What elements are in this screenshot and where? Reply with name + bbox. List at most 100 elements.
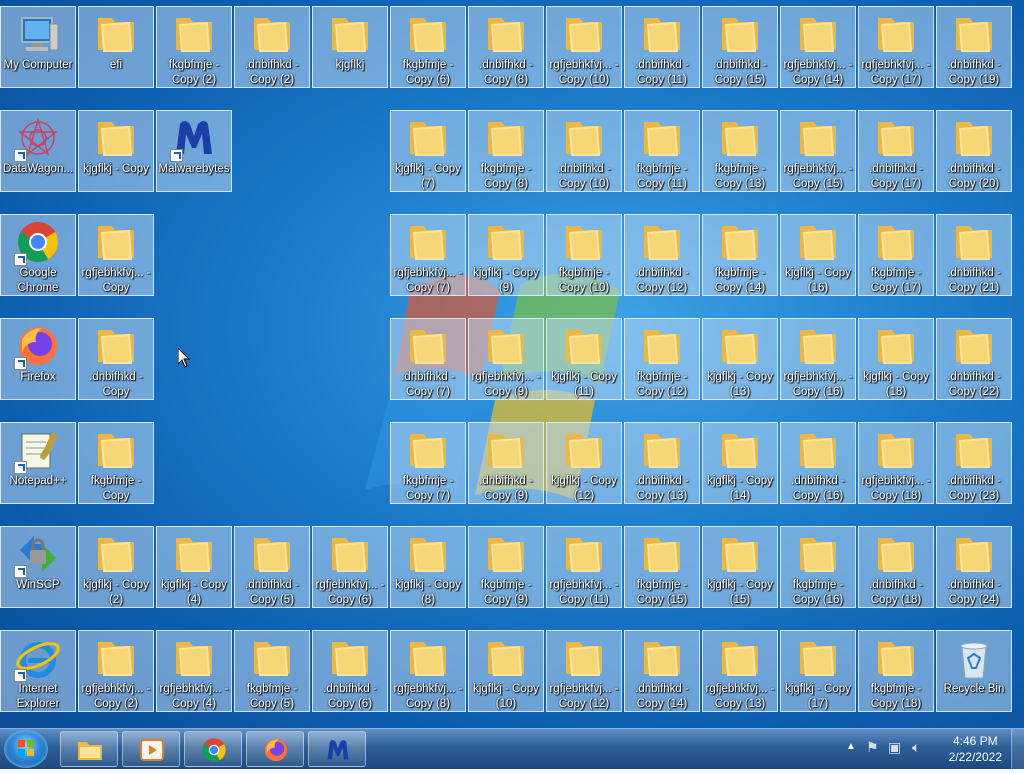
internet-explorer-icon[interactable]: Internet Explorer [0,630,76,712]
folder-rgfjebhkfvj-copy-13[interactable]: rgfjebhkfvj... - Copy (13) [702,630,778,712]
folder-kjgflkj-copy-13[interactable]: kjgflkj - Copy (13) [702,318,778,400]
taskbar-malwarebytes-button[interactable] [308,731,366,767]
folder-dnbifhkd-copy-15[interactable]: .dnbifhkd - Copy (15) [702,6,778,88]
folder-fkgbfmje-copy-2[interactable]: fkgbfmje - Copy (2) [156,6,232,88]
icon-label: .dnbifhkd - Copy (24) [947,579,1001,606]
folder-dnbifhkd-copy-24[interactable]: .dnbifhkd - Copy (24) [936,526,1012,608]
folder-fkgbfmje-copy-18[interactable]: fkgbfmje - Copy (18) [858,630,934,712]
folder-fkgbfmje-copy-10[interactable]: fkgbfmje - Copy (10) [546,214,622,296]
folder-fkgbfmje-copy-6[interactable]: fkgbfmje - Copy (6) [390,6,466,88]
folder-fkgbfmje-copy-15[interactable]: fkgbfmje - Copy (15) [624,526,700,608]
folder-dnbifhkd-copy-20[interactable]: .dnbifhkd - Copy (20) [936,110,1012,192]
folder-efi[interactable]: efi [78,6,154,88]
folder-rgfjebhkfvj-copy-16[interactable]: rgfjebhkfvj... - Copy (16) [780,318,856,400]
folder-dnbifhkd-copy-12[interactable]: .dnbifhkd - Copy (12) [624,214,700,296]
folder-dnbifhkd-copy-21[interactable]: .dnbifhkd - Copy (21) [936,214,1012,296]
folder-icon [170,634,218,682]
taskbar-firefox-button[interactable] [246,731,304,767]
folder-icon [560,426,608,474]
malwarebytes-icon[interactable]: Malwarebytes [156,110,232,192]
show-desktop-button[interactable] [1011,729,1024,769]
folder-kjgflkj-copy-18[interactable]: kjgflkj - Copy (18) [858,318,934,400]
folder-dnbifhkd-copy-23[interactable]: .dnbifhkd - Copy (23) [936,422,1012,504]
network-icon[interactable]: ▣ [888,739,901,756]
folder-kjgflkj-copy[interactable]: kjgflkj - Copy [78,110,154,192]
folder-dnbifhkd-copy-2[interactable]: .dnbifhkd - Copy (2) [234,6,310,88]
folder-rgfjebhkfvj-copy-4[interactable]: rgfjebhkfvj... - Copy (4) [156,630,232,712]
folder-fkgbfmje-copy-13[interactable]: fkgbfmje - Copy (13) [702,110,778,192]
folder-rgfjebhkfvj-copy-8[interactable]: rgfjebhkfvj... - Copy (8) [390,630,466,712]
folder-fkgbfmje-copy-17[interactable]: fkgbfmje - Copy (17) [858,214,934,296]
folder-fkgbfmje-copy-8[interactable]: fkgbfmje - Copy (8) [468,110,544,192]
google-chrome-icon[interactable]: Google Chrome [0,214,76,296]
folder-dnbifhkd-copy-5[interactable]: .dnbifhkd - Copy (5) [234,526,310,608]
folder-dnbifhkd-copy-18[interactable]: .dnbifhkd - Copy (18) [858,526,934,608]
folder-dnbifhkd-copy-17[interactable]: .dnbifhkd - Copy (17) [858,110,934,192]
folder-fkgbfmje-copy-9[interactable]: fkgbfmje - Copy (9) [468,526,544,608]
folder-rgfjebhkfvj-copy-6[interactable]: rgfjebhkfvj... - Copy (6) [312,526,388,608]
folder-dnbifhkd-copy-6[interactable]: .dnbifhkd - Copy (6) [312,630,388,712]
taskbar-chrome-button[interactable] [184,731,242,767]
notepad-plus-plus-icon[interactable]: Notepad++ [0,422,76,504]
clock[interactable]: 4:46 PM 2/22/2022 [949,733,1002,765]
recycle-bin-icon[interactable]: Recycle Bin [936,630,1012,712]
folder-fkgbfmje-copy-14[interactable]: fkgbfmje - Copy (14) [702,214,778,296]
folder-dnbifhkd-copy-22[interactable]: .dnbifhkd - Copy (22) [936,318,1012,400]
folder-kjgflkj-copy-15[interactable]: kjgflkj - Copy (15) [702,526,778,608]
folder-icon [638,114,686,162]
folder-rgfjebhkfvj-copy-14[interactable]: rgfjebhkfvj... - Copy (14) [780,6,856,88]
show-hidden-icons-icon[interactable]: ▲ [846,741,856,752]
folder-fkgbfmje-copy[interactable]: fkgbfmje - Copy [78,422,154,504]
folder-kjgflkj-copy-10[interactable]: kjgflkj - Copy (10) [468,630,544,712]
folder-kjgflkj-copy-16[interactable]: kjgflkj - Copy (16) [780,214,856,296]
folder-rgfjebhkfvj-copy-17[interactable]: rgfjebhkfvj... - Copy (17) [858,6,934,88]
folder-rgfjebhkfvj-copy-7[interactable]: rgfjebhkfvj... - Copy (7) [390,214,466,296]
folder-kjgflkj-copy-12[interactable]: kjgflkj - Copy (12) [546,422,622,504]
folder-kjgflkj-copy-9[interactable]: kjgflkj - Copy (9) [468,214,544,296]
volume-icon[interactable]: 🔈︎ [912,739,920,756]
folder-rgfjebhkfvj-copy[interactable]: rgfjebhkfvj... - Copy [78,214,154,296]
folder-dnbifhkd-copy-11[interactable]: .dnbifhkd - Copy (11) [624,6,700,88]
folder-kjgflkj-copy-7[interactable]: kjgflkj - Copy (7) [390,110,466,192]
folder-fkgbfmje-copy-12[interactable]: fkgbfmje - Copy (12) [624,318,700,400]
folder-rgfjebhkfvj-copy-10[interactable]: rgfjebhkfvj... - Copy (10) [546,6,622,88]
folder-rgfjebhkfvj-copy-15[interactable]: rgfjebhkfvj... - Copy (15) [780,110,856,192]
folder-rgfjebhkfvj-copy-18[interactable]: rgfjebhkfvj... - Copy (18) [858,422,934,504]
folder-dnbifhkd-copy-8[interactable]: .dnbifhkd - Copy (8) [468,6,544,88]
folder-dnbifhkd-copy[interactable]: .dnbifhkd - Copy [78,318,154,400]
folder-dnbifhkd-copy-10[interactable]: .dnbifhkd - Copy (10) [546,110,622,192]
folder-kjgflkj[interactable]: kjgflkj [312,6,388,88]
datawagon-icon[interactable]: DataWagon... [0,110,76,192]
folder-rgfjebhkfvj-copy-2[interactable]: rgfjebhkfvj... - Copy (2) [78,630,154,712]
firefox-icon [14,322,62,370]
desktop[interactable]: My Computer efi fkgbfmje - Copy (2) .dnbifh… [0,0,1024,728]
folder-rgfjebhkfvj-copy-12[interactable]: rgfjebhkfvj... - Copy (12) [546,630,622,712]
winscp-icon[interactable]: WinSCP [0,526,76,608]
folder-dnbifhkd-copy-16[interactable]: .dnbifhkd - Copy (16) [780,422,856,504]
firefox-icon[interactable]: Firefox [0,318,76,400]
start-button[interactable] [4,730,48,768]
folder-rgfjebhkfvj-copy-11[interactable]: rgfjebhkfvj... - Copy (11) [546,526,622,608]
my-computer-icon[interactable]: My Computer [0,6,76,88]
folder-rgfjebhkfvj-copy-9[interactable]: rgfjebhkfvj... - Copy (9) [468,318,544,400]
folder-fkgbfmje-copy-16[interactable]: fkgbfmje - Copy (16) [780,526,856,608]
taskbar-media-player-button[interactable] [122,731,180,767]
folder-kjgflkj-copy-8[interactable]: kjgflkj - Copy (8) [390,526,466,608]
folder-fkgbfmje-copy-11[interactable]: fkgbfmje - Copy (11) [624,110,700,192]
taskbar-explorer-button[interactable] [60,731,118,767]
folder-fkgbfmje-copy-7[interactable]: fkgbfmje - Copy (7) [390,422,466,504]
folder-kjgflkj-copy-17[interactable]: kjgflkj - Copy (17) [780,630,856,712]
folder-dnbifhkd-copy-13[interactable]: .dnbifhkd - Copy (13) [624,422,700,504]
folder-dnbifhkd-copy-14[interactable]: .dnbifhkd - Copy (14) [624,630,700,712]
folder-kjgflkj-copy-14[interactable]: kjgflkj - Copy (14) [702,422,778,504]
action-center-icon[interactable]: ⚑ [866,739,879,756]
folder-fkgbfmje-copy-5[interactable]: fkgbfmje - Copy (5) [234,630,310,712]
folder-dnbifhkd-copy-9[interactable]: .dnbifhkd - Copy (9) [468,422,544,504]
folder-kjgflkj-copy-2[interactable]: kjgflkj - Copy (2) [78,526,154,608]
folder-kjgflkj-copy-11[interactable]: kjgflkj - Copy (11) [546,318,622,400]
folder-dnbifhkd-copy-19[interactable]: .dnbifhkd - Copy (19) [936,6,1012,88]
icon-label: .dnbifhkd - Copy (13) [635,475,689,502]
folder-kjgflkj-copy-4[interactable]: kjgflkj - Copy (4) [156,526,232,608]
folder-icon [482,10,530,58]
folder-dnbifhkd-copy-7[interactable]: .dnbifhkd - Copy (7) [390,318,466,400]
